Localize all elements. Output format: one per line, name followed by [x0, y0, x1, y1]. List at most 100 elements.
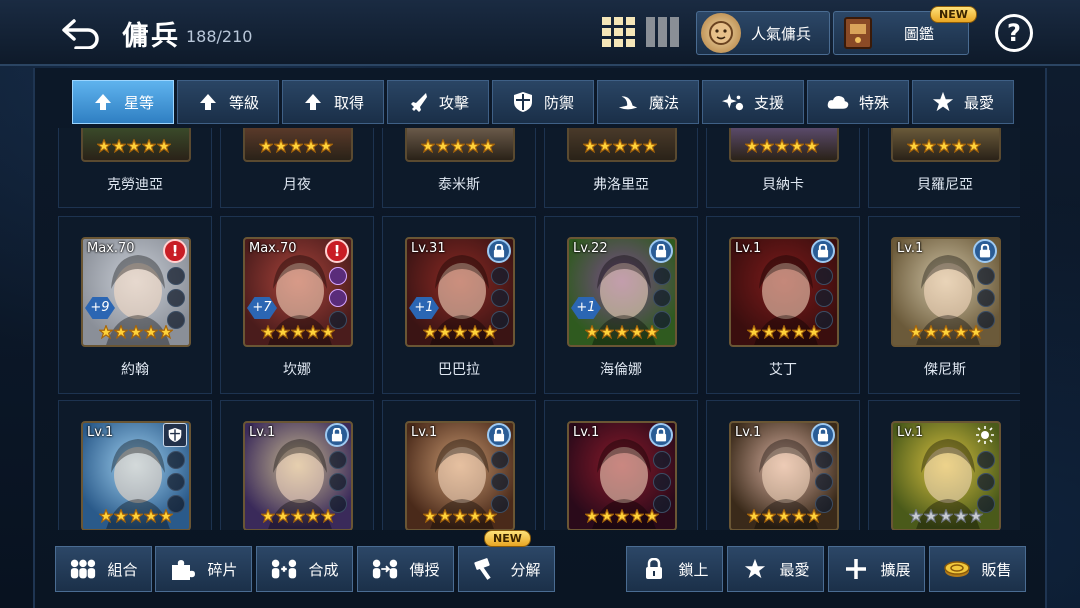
action-button-hammer[interactable]: 分解 [458, 546, 555, 592]
coin-icon [943, 557, 971, 581]
level-label: Lv.1 [735, 425, 762, 440]
star-rating [747, 324, 822, 343]
action-button-lock[interactable]: 鎖上 [626, 546, 723, 592]
action-button-coin[interactable]: 販售 [929, 546, 1026, 592]
level-label: Lv.31 [411, 241, 446, 256]
mercenary-name: 月夜 [283, 177, 311, 193]
column-view-button[interactable] [646, 17, 680, 47]
equipment-slot [653, 267, 671, 285]
equipment-slots [167, 267, 185, 329]
equipment-slots [815, 451, 833, 513]
mercenary-name: 坎娜 [283, 362, 311, 378]
up-arrow-icon [302, 91, 324, 113]
back-arrow-icon [62, 19, 99, 49]
equipment-slot [491, 267, 509, 285]
sort-tab-0[interactable]: 星等 [72, 80, 174, 124]
sort-tab-label: 防禦 [543, 93, 574, 112]
sort-tab-5[interactable]: 魔法 [597, 80, 699, 124]
mercenary-card[interactable]: Lv.1 [382, 400, 536, 530]
lock-icon [325, 423, 349, 447]
action-button-merge[interactable]: 合成 [256, 546, 353, 592]
codex-new-badge: NEW [930, 6, 977, 23]
sun-icon [973, 423, 997, 447]
sort-tab-4[interactable]: 防禦 [492, 80, 594, 124]
mercenary-card[interactable]: Lv.1 [58, 400, 212, 530]
equipment-slots [977, 451, 995, 513]
mercenary-card[interactable]: 貝納卡 [706, 128, 860, 208]
help-button[interactable]: ? [995, 14, 1033, 52]
action-label: 傳授 [409, 560, 440, 579]
sort-tab-1[interactable]: 等級 [177, 80, 279, 124]
star-rating [423, 508, 498, 527]
star-rating [99, 324, 174, 343]
level-label: Lv.22 [573, 241, 608, 256]
sort-tab-7[interactable]: 特殊 [807, 80, 909, 124]
popular-mercenary-button[interactable]: 人氣傭兵 [696, 11, 830, 55]
mercenary-card[interactable]: Lv.1 [706, 400, 860, 530]
puzzle-icon [169, 557, 197, 581]
mercenary-grid[interactable]: 克勞迪亞 月夜 泰米斯 弗洛里亞 貝納卡 貝羅尼亞 Max.70 ! +9 約翰… [58, 128, 1020, 530]
mercenary-card[interactable]: Lv.1 [220, 400, 374, 530]
star-rating [423, 324, 498, 343]
star-rating [747, 508, 822, 527]
mercenary-card[interactable]: 泰米斯 [382, 128, 536, 208]
action-button-plus[interactable]: 擴展 [828, 546, 925, 592]
action-label: 鎖上 [678, 560, 709, 579]
action-button-team[interactable]: 組合 [55, 546, 152, 592]
action-button-puzzle[interactable]: 碎片 [155, 546, 252, 592]
sort-tab-6[interactable]: 支援 [702, 80, 804, 124]
star-rating [99, 508, 174, 527]
header-bar: 傭兵 188/210 人氣傭兵 圖鑑 NEW ? [0, 0, 1080, 66]
equipment-slots [329, 451, 347, 513]
equipment-slot [653, 473, 671, 491]
mercenary-card[interactable]: 弗洛里亞 [544, 128, 698, 208]
level-label: Lv.1 [897, 241, 924, 256]
lock-icon [649, 239, 673, 263]
mercenary-card[interactable]: 貝羅尼亞 [868, 128, 1020, 208]
mercenary-card[interactable]: 月夜 [220, 128, 374, 208]
mercenary-portrait: Lv.1 [405, 421, 515, 530]
sort-tab-2[interactable]: 取得 [282, 80, 384, 124]
cloud-icon [827, 91, 849, 113]
action-label: 碎片 [207, 560, 238, 579]
level-label: Max.70 [249, 241, 297, 256]
back-button[interactable] [58, 14, 104, 52]
equipment-slot [167, 451, 185, 469]
equipment-slot [329, 289, 347, 307]
sort-tab-label: 取得 [333, 93, 364, 112]
action-label: 組合 [107, 560, 138, 579]
sort-tab-label: 魔法 [648, 93, 679, 112]
mercenary-name: 貝羅尼亞 [917, 177, 973, 193]
mercenary-name: 海倫娜 [600, 362, 642, 378]
sort-tab-3[interactable]: 攻擊 [387, 80, 489, 124]
witch-hat-icon [617, 91, 639, 113]
equipment-slot [167, 473, 185, 491]
mercenary-card[interactable]: Max.70 ! +7 坎娜 [220, 216, 374, 394]
star-rating [261, 324, 336, 343]
mercenary-name: 傑尼斯 [924, 362, 966, 378]
mercenary-card[interactable]: Lv.1 傑尼斯 [868, 216, 1020, 394]
star-rating [907, 138, 982, 157]
star-rating [259, 138, 334, 157]
level-label: Lv.1 [897, 425, 924, 440]
mercenary-card[interactable]: Lv.22 +1 海倫娜 [544, 216, 698, 394]
merge-icon [270, 557, 298, 581]
equipment-slot [977, 289, 995, 307]
mercenary-name: 弗洛里亞 [593, 177, 649, 193]
lock-icon [640, 557, 668, 581]
mercenary-card[interactable]: Lv.1 [544, 400, 698, 530]
level-label: Max.70 [87, 241, 135, 256]
mercenary-card[interactable]: Lv.31 +1 巴巴拉 [382, 216, 536, 394]
mercenary-card[interactable]: 克勞迪亞 [58, 128, 212, 208]
sort-tab-8[interactable]: 最愛 [912, 80, 1014, 124]
grid-view-button[interactable] [602, 17, 636, 47]
mercenary-card[interactable]: Max.70 ! +9 約翰 [58, 216, 212, 394]
star-rating [909, 324, 984, 343]
mercenary-card[interactable]: Lv.1 [868, 400, 1020, 530]
mercenary-card[interactable]: Lv.1 艾丁 [706, 216, 860, 394]
mercenary-portrait: Max.70 ! +7 [243, 237, 353, 347]
action-button-star[interactable]: 最愛 [727, 546, 824, 592]
sort-tab-label: 支援 [753, 93, 784, 112]
lock-icon [973, 239, 997, 263]
action-button-transfer[interactable]: 傳授 [357, 546, 454, 592]
